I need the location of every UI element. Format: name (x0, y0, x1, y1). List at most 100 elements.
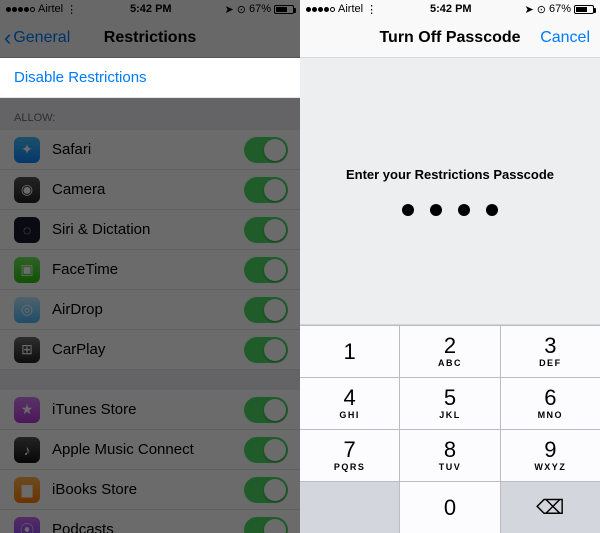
keypad-key-0[interactable]: 0 (400, 482, 500, 533)
keypad-letters: GHI (339, 410, 360, 420)
toggle-switch[interactable] (244, 437, 288, 463)
carrier-label: Airtel (338, 3, 363, 15)
app-label: iBooks Store (52, 481, 137, 498)
keypad-key-5[interactable]: 5JKL (400, 378, 500, 429)
app-row[interactable]: ▣ FaceTime (0, 250, 300, 290)
passcode-screen: Airtel ⋮ 5:42 PM ➤ ⊙ 67% Turn Off Passco… (300, 0, 600, 533)
battery-percent: 67% (549, 3, 571, 15)
passcode-entry: Enter your Restrictions Passcode (300, 58, 600, 324)
allow-list-2: ★ iTunes Store ♪ Apple Music Connect ▆ iBooks… (0, 390, 300, 533)
signal-strength-icon (306, 7, 335, 12)
app-label: FaceTime (52, 261, 118, 278)
keypad-num: 9 (544, 439, 556, 461)
app-row[interactable]: ♪ Apple Music Connect (0, 430, 300, 470)
toggle-switch[interactable] (244, 177, 288, 203)
battery-icon (274, 5, 294, 14)
location-icon: ➤ (225, 3, 234, 16)
keypad-num: 0 (444, 497, 456, 519)
chevron-left-icon: ‹ (4, 27, 11, 49)
app-label: AirDrop (52, 301, 103, 318)
disable-restrictions-label: Disable Restrictions (14, 69, 147, 86)
keypad-key-6[interactable]: 6MNO (501, 378, 600, 429)
app-icon: ◉ (14, 177, 40, 203)
keypad-key-9[interactable]: 9WXYZ (501, 430, 600, 481)
status-bar: Airtel ⋮ 5:42 PM ➤ ⊙ 67% (300, 0, 600, 18)
app-label: CarPlay (52, 341, 105, 358)
keypad-letters: MNO (538, 410, 564, 420)
back-label: General (13, 29, 70, 47)
keypad-letters: JKL (439, 410, 461, 420)
app-row[interactable]: ✦ Safari (0, 130, 300, 170)
keypad-num: 8 (444, 439, 456, 461)
wifi-icon: ⋮ (66, 3, 77, 16)
page-title: Restrictions (104, 29, 196, 47)
restrictions-screen: Airtel ⋮ 5:42 PM ➤ ⊙ 67% ‹ General Restr… (0, 0, 300, 533)
keypad-num: 4 (344, 387, 356, 409)
page-title: Turn Off Passcode (379, 29, 520, 47)
keypad-letters: DEF (539, 358, 562, 368)
app-label: Apple Music Connect (52, 441, 194, 458)
nav-bar: ‹ General Restrictions (0, 18, 300, 58)
app-icon: ◌ (14, 217, 40, 243)
keypad-letters: ABC (438, 358, 462, 368)
keypad-key-3[interactable]: 3DEF (501, 326, 600, 377)
toggle-switch[interactable] (244, 477, 288, 503)
keypad-key-8[interactable]: 8TUV (400, 430, 500, 481)
app-row[interactable]: ⦿ Podcasts (0, 510, 300, 533)
cancel-button[interactable]: Cancel (540, 18, 590, 57)
toggle-switch[interactable] (244, 257, 288, 283)
clock: 5:42 PM (430, 3, 472, 15)
app-icon: ♪ (14, 437, 40, 463)
alarm-icon: ⊙ (237, 3, 246, 16)
keypad-key-2[interactable]: 2ABC (400, 326, 500, 377)
app-icon: ✦ (14, 137, 40, 163)
app-row[interactable]: ★ iTunes Store (0, 390, 300, 430)
app-icon: ★ (14, 397, 40, 423)
app-label: iTunes Store (52, 401, 137, 418)
app-row[interactable]: ◌ Siri & Dictation (0, 210, 300, 250)
keypad-letters: WXYZ (534, 462, 566, 472)
keypad-backspace[interactable]: ⌫ (501, 482, 600, 533)
toggle-switch[interactable] (244, 337, 288, 363)
keypad-key-4[interactable]: 4GHI (300, 378, 400, 429)
keypad-num: 1 (344, 341, 356, 363)
keypad-num: 3 (544, 335, 556, 357)
keypad-key-7[interactable]: 7PQRS (300, 430, 400, 481)
passcode-prompt: Enter your Restrictions Passcode (346, 167, 554, 182)
battery-icon (574, 5, 594, 14)
toggle-switch[interactable] (244, 397, 288, 423)
battery-percent: 67% (249, 3, 271, 15)
signal-strength-icon (6, 7, 35, 12)
passcode-dots (402, 204, 498, 216)
app-label: Podcasts (52, 521, 114, 533)
carrier-label: Airtel (38, 3, 63, 15)
app-icon: ▆ (14, 477, 40, 503)
toggle-switch[interactable] (244, 217, 288, 243)
app-icon: ⊞ (14, 337, 40, 363)
app-icon: ▣ (14, 257, 40, 283)
toggle-switch[interactable] (244, 297, 288, 323)
allow-list-1: ✦ Safari ◉Camera ◌ Siri & Dictation ▣ FaceTime… (0, 130, 300, 370)
disable-restrictions-row[interactable]: Disable Restrictions (0, 58, 300, 98)
allow-section-header: ALLOW: (0, 98, 300, 130)
back-button[interactable]: ‹ General (4, 18, 70, 57)
keypad-num: 6 (544, 387, 556, 409)
toggle-switch[interactable] (244, 137, 288, 163)
app-row[interactable]: ◎AirDrop (0, 290, 300, 330)
app-label: Siri & Dictation (52, 221, 150, 238)
status-bar: Airtel ⋮ 5:42 PM ➤ ⊙ 67% (0, 0, 300, 18)
app-icon: ⦿ (14, 517, 40, 533)
clock: 5:42 PM (130, 3, 172, 15)
keypad-blank (300, 482, 400, 533)
alarm-icon: ⊙ (537, 3, 546, 16)
app-row[interactable]: ◉Camera (0, 170, 300, 210)
keypad-key-1[interactable]: 1 (300, 326, 400, 377)
backspace-icon: ⌫ (536, 495, 564, 520)
app-row[interactable]: ▆ iBooks Store (0, 470, 300, 510)
keypad-num: 2 (444, 335, 456, 357)
toggle-switch[interactable] (244, 517, 288, 533)
keypad-letters: TUV (439, 462, 462, 472)
app-row[interactable]: ⊞ CarPlay (0, 330, 300, 370)
wifi-icon: ⋮ (366, 3, 377, 16)
app-label: Safari (52, 141, 91, 158)
